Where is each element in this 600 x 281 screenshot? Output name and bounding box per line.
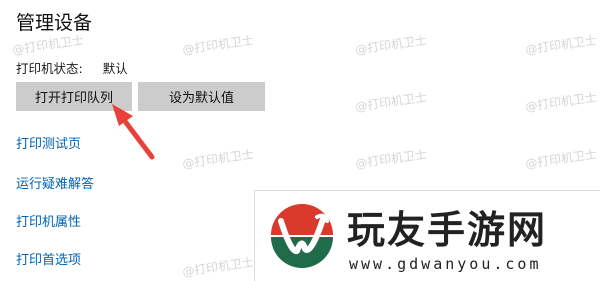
promo-brand-name: 玩友手游网 [347,207,548,252]
promo-domain: www.gdwanyou.com [349,255,542,273]
brand-logo-icon [268,202,336,270]
printing-preferences-link[interactable]: 打印首选项 [16,249,81,268]
print-test-page-link[interactable]: 打印测试页 [16,133,81,152]
run-troubleshooter-link[interactable]: 运行疑难解答 [16,173,94,192]
printer-properties-link[interactable]: 打印机属性 [16,211,81,230]
promo-watermark: 玩友手游网 www.gdwanyou.com [254,190,600,281]
